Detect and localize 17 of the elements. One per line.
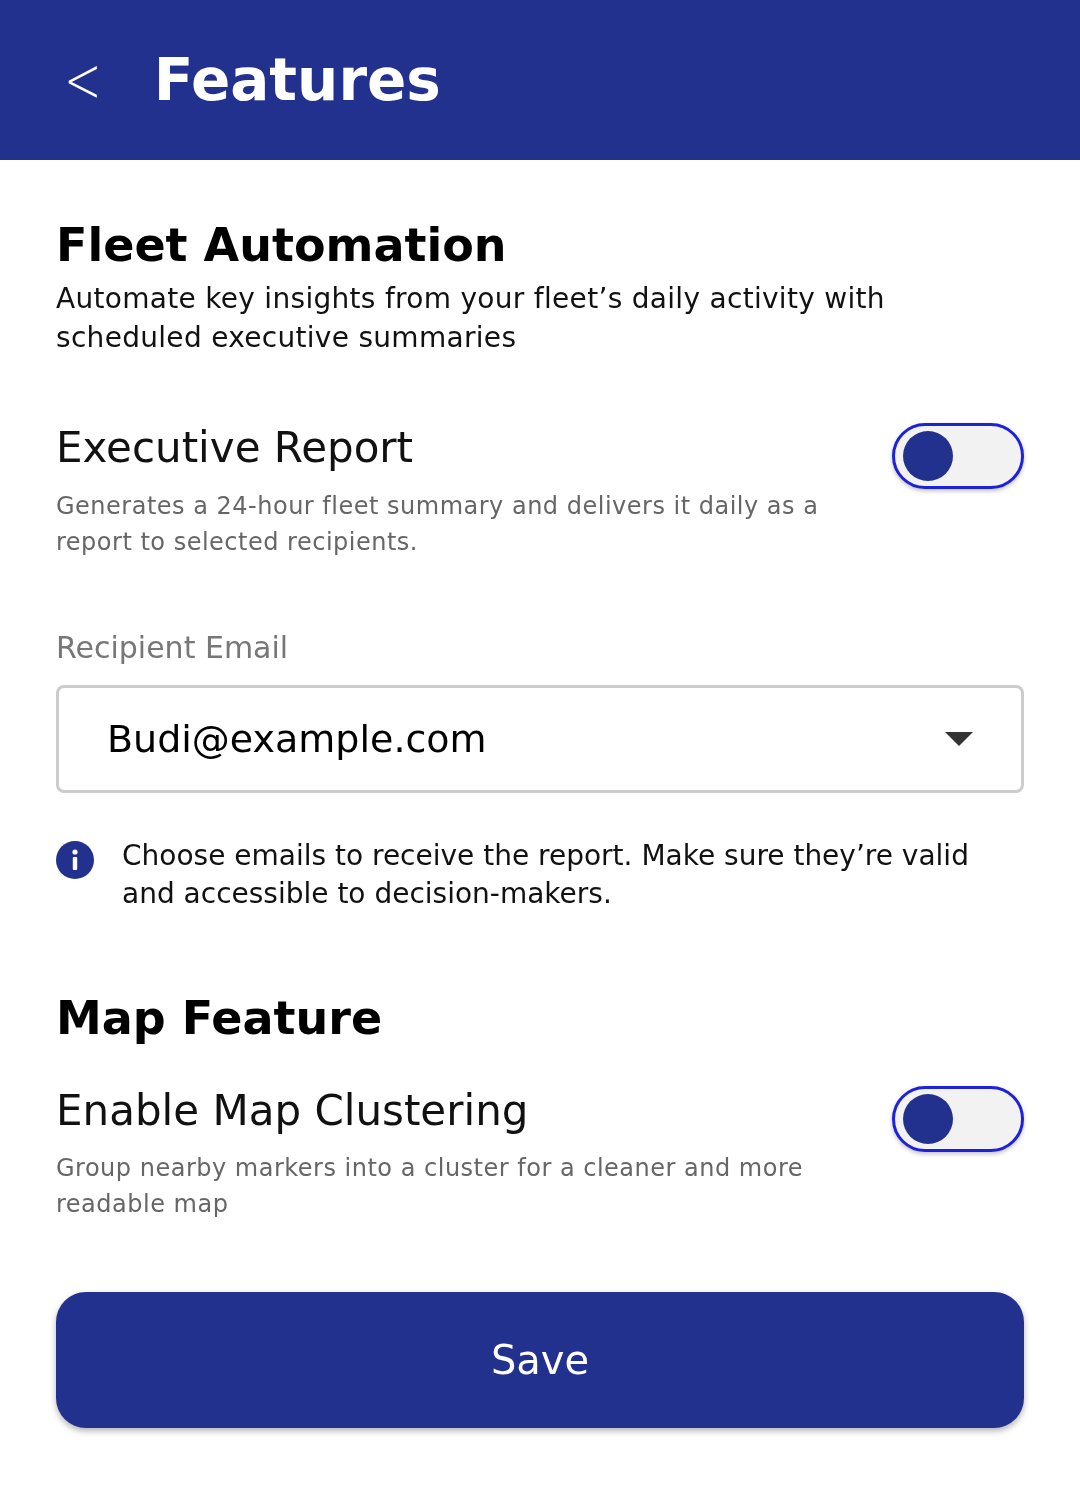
- dropdown-caret-icon: [945, 731, 973, 746]
- info-icon: [56, 840, 94, 879]
- setting-description: Generates a 24-hour fleet summary and delivers it daily as a report to selected recipients.: [56, 490, 820, 558]
- back-button[interactable]: <: [64, 48, 102, 112]
- toggle-switch[interactable]: [892, 1085, 1024, 1152]
- field-label: Recipient Email: [56, 629, 290, 665]
- section-title: Fleet Automation: [56, 218, 508, 274]
- save-button[interactable]: Save: [56, 1292, 1024, 1429]
- email-dropdown[interactable]: Budi@example.com: [56, 684, 1024, 793]
- hint-text: Choose emails to receive the report. Make sure they’re valid and accessible to decision-makers.: [122, 837, 970, 912]
- setting-label: Executive Report: [56, 423, 415, 474]
- setting-description: Group nearby markers into a cluster for a cleaner and more readable map: [56, 1153, 804, 1221]
- section-description: Automate key insights from your fleet’s daily activity with scheduled executive summaries: [56, 281, 886, 357]
- setting-label: Enable Map Clustering: [56, 1085, 530, 1137]
- section-title: Map Feature: [56, 990, 384, 1046]
- toggle-switch[interactable]: [892, 423, 1024, 490]
- page-title: Features: [153, 46, 441, 114]
